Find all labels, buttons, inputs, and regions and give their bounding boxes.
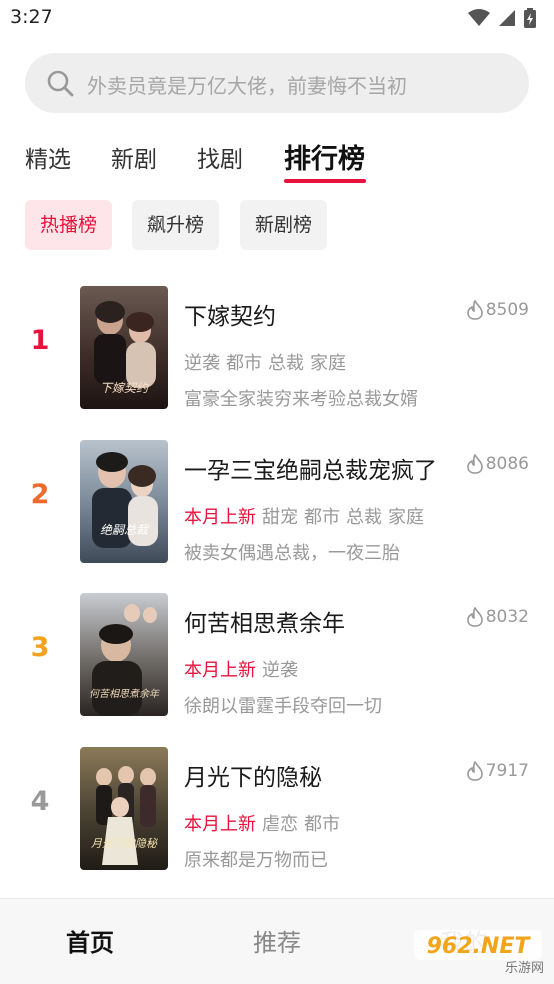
drama-tags: 本月上新 甜宠 都市 总裁 家庭	[184, 503, 430, 529]
drama-description: 原来都是万物而已	[184, 850, 328, 871]
tag: 总裁	[346, 507, 382, 528]
drama-description: 被卖女偶遇总裁，一夜三胎	[184, 543, 400, 564]
tag: 家庭	[388, 507, 424, 528]
list-item[interactable]: 1 下嫁契约 下嫁契约 8509 逆袭 都市 总裁 家庭 富豪全家装穷来考验总裁女婿	[0, 283, 554, 410]
chip-new-ranking[interactable]: 新剧榜	[240, 200, 328, 250]
nav-recommend[interactable]: 推荐	[253, 923, 301, 958]
drama-tags: 本月上新 虐恋 都市	[184, 810, 346, 836]
drama-cover[interactable]: 何苦相思煮余年	[80, 593, 168, 716]
list-item[interactable]: 3 何苦相思煮余年 何苦相思煮余年 8032 本月上新 逆袭 徐朗以雷霆手段夺回一…	[0, 590, 554, 717]
wifi-icon	[468, 9, 490, 26]
tag: 总裁	[268, 353, 304, 374]
cover-title: 绝嗣总裁	[100, 523, 150, 537]
flame-icon	[466, 300, 483, 320]
drama-description: 富豪全家装穷来考验总裁女婿	[184, 389, 418, 410]
flame-icon	[466, 761, 483, 781]
drama-title[interactable]: 一孕三宝绝嗣总裁宠疯了	[184, 451, 437, 485]
new-this-month-badge: 本月上新	[184, 814, 256, 835]
svg-text:962.NET: 962.NET	[427, 934, 532, 959]
battery-icon	[524, 8, 536, 28]
drama-cover[interactable]: 月光下的隐秘	[80, 747, 168, 870]
status-icons	[468, 8, 536, 28]
cover-title: 何苦相思煮余年	[89, 688, 160, 700]
new-this-month-badge: 本月上新	[184, 660, 256, 681]
heat-count: 7917	[466, 761, 529, 781]
heat-value: 7917	[485, 761, 529, 781]
chip-rising-ranking[interactable]: 飙升榜	[132, 200, 220, 250]
list-item[interactable]: 4 月光下的隐秘 月光下的隐秘 7917 本月上新 虐恋 都市 原来都是万物而已	[0, 744, 554, 871]
tag: 虐恋	[262, 814, 298, 835]
rank-number: 3	[30, 632, 50, 663]
cover-title: 月光下的隐秘	[91, 837, 159, 850]
tab-active-indicator	[284, 179, 366, 183]
rank-number: 2	[30, 479, 50, 510]
search-icon	[47, 70, 74, 97]
heat-value: 8032	[485, 607, 529, 627]
drama-title[interactable]: 月光下的隐秘	[184, 758, 322, 792]
tab-find-drama[interactable]: 找剧	[197, 140, 243, 174]
drama-title[interactable]: 何苦相思煮余年	[184, 604, 345, 638]
watermark-site: 乐游网	[504, 961, 544, 976]
rank-number: 1	[30, 325, 50, 356]
search-input[interactable]: 外卖员竟是万亿大佬，前妻悔不当初	[87, 70, 407, 99]
tab-ranking[interactable]: 排行榜	[284, 137, 365, 176]
flame-icon	[466, 454, 483, 474]
new-this-month-badge: 本月上新	[184, 507, 256, 528]
signal-icon	[499, 10, 515, 26]
heat-count: 8032	[466, 607, 529, 627]
drama-tags: 本月上新 逆袭	[184, 656, 304, 682]
nav-home[interactable]: 首页	[66, 923, 114, 958]
heat-value: 8086	[485, 454, 529, 474]
tag: 都市	[226, 353, 262, 374]
drama-title[interactable]: 下嫁契约	[184, 297, 276, 331]
status-time: 3:27	[10, 6, 53, 28]
cover-title: 下嫁契约	[100, 381, 150, 395]
tab-new-dramas[interactable]: 新剧	[111, 140, 157, 174]
drama-description: 徐朗以雷霆手段夺回一切	[184, 696, 382, 717]
search-bar[interactable]: 外卖员竟是万亿大佬，前妻悔不当初	[25, 53, 529, 113]
heat-count: 8509	[466, 300, 529, 320]
tag: 逆袭	[262, 660, 298, 681]
tag: 家庭	[310, 353, 346, 374]
tag: 都市	[304, 507, 340, 528]
tag: 逆袭	[184, 353, 220, 374]
status-bar: 3:27	[0, 0, 554, 40]
rank-number: 4	[30, 786, 50, 817]
heat-count: 8086	[466, 454, 529, 474]
drama-tags: 逆袭 都市 总裁 家庭	[184, 349, 352, 375]
list-item[interactable]: 2 绝嗣总裁 一孕三宝绝嗣总裁宠疯了 8086 本月上新 甜宠 都市 总裁 家庭 被卖女…	[0, 437, 554, 564]
chip-hot-ranking[interactable]: 热播榜	[25, 200, 113, 250]
tab-featured[interactable]: 精选	[25, 140, 71, 174]
heat-value: 8509	[485, 300, 529, 320]
flame-icon	[466, 607, 483, 627]
tag: 都市	[304, 814, 340, 835]
tag: 甜宠	[262, 507, 298, 528]
drama-cover[interactable]: 绝嗣总裁	[80, 440, 168, 563]
drama-cover[interactable]: 下嫁契约	[80, 286, 168, 409]
